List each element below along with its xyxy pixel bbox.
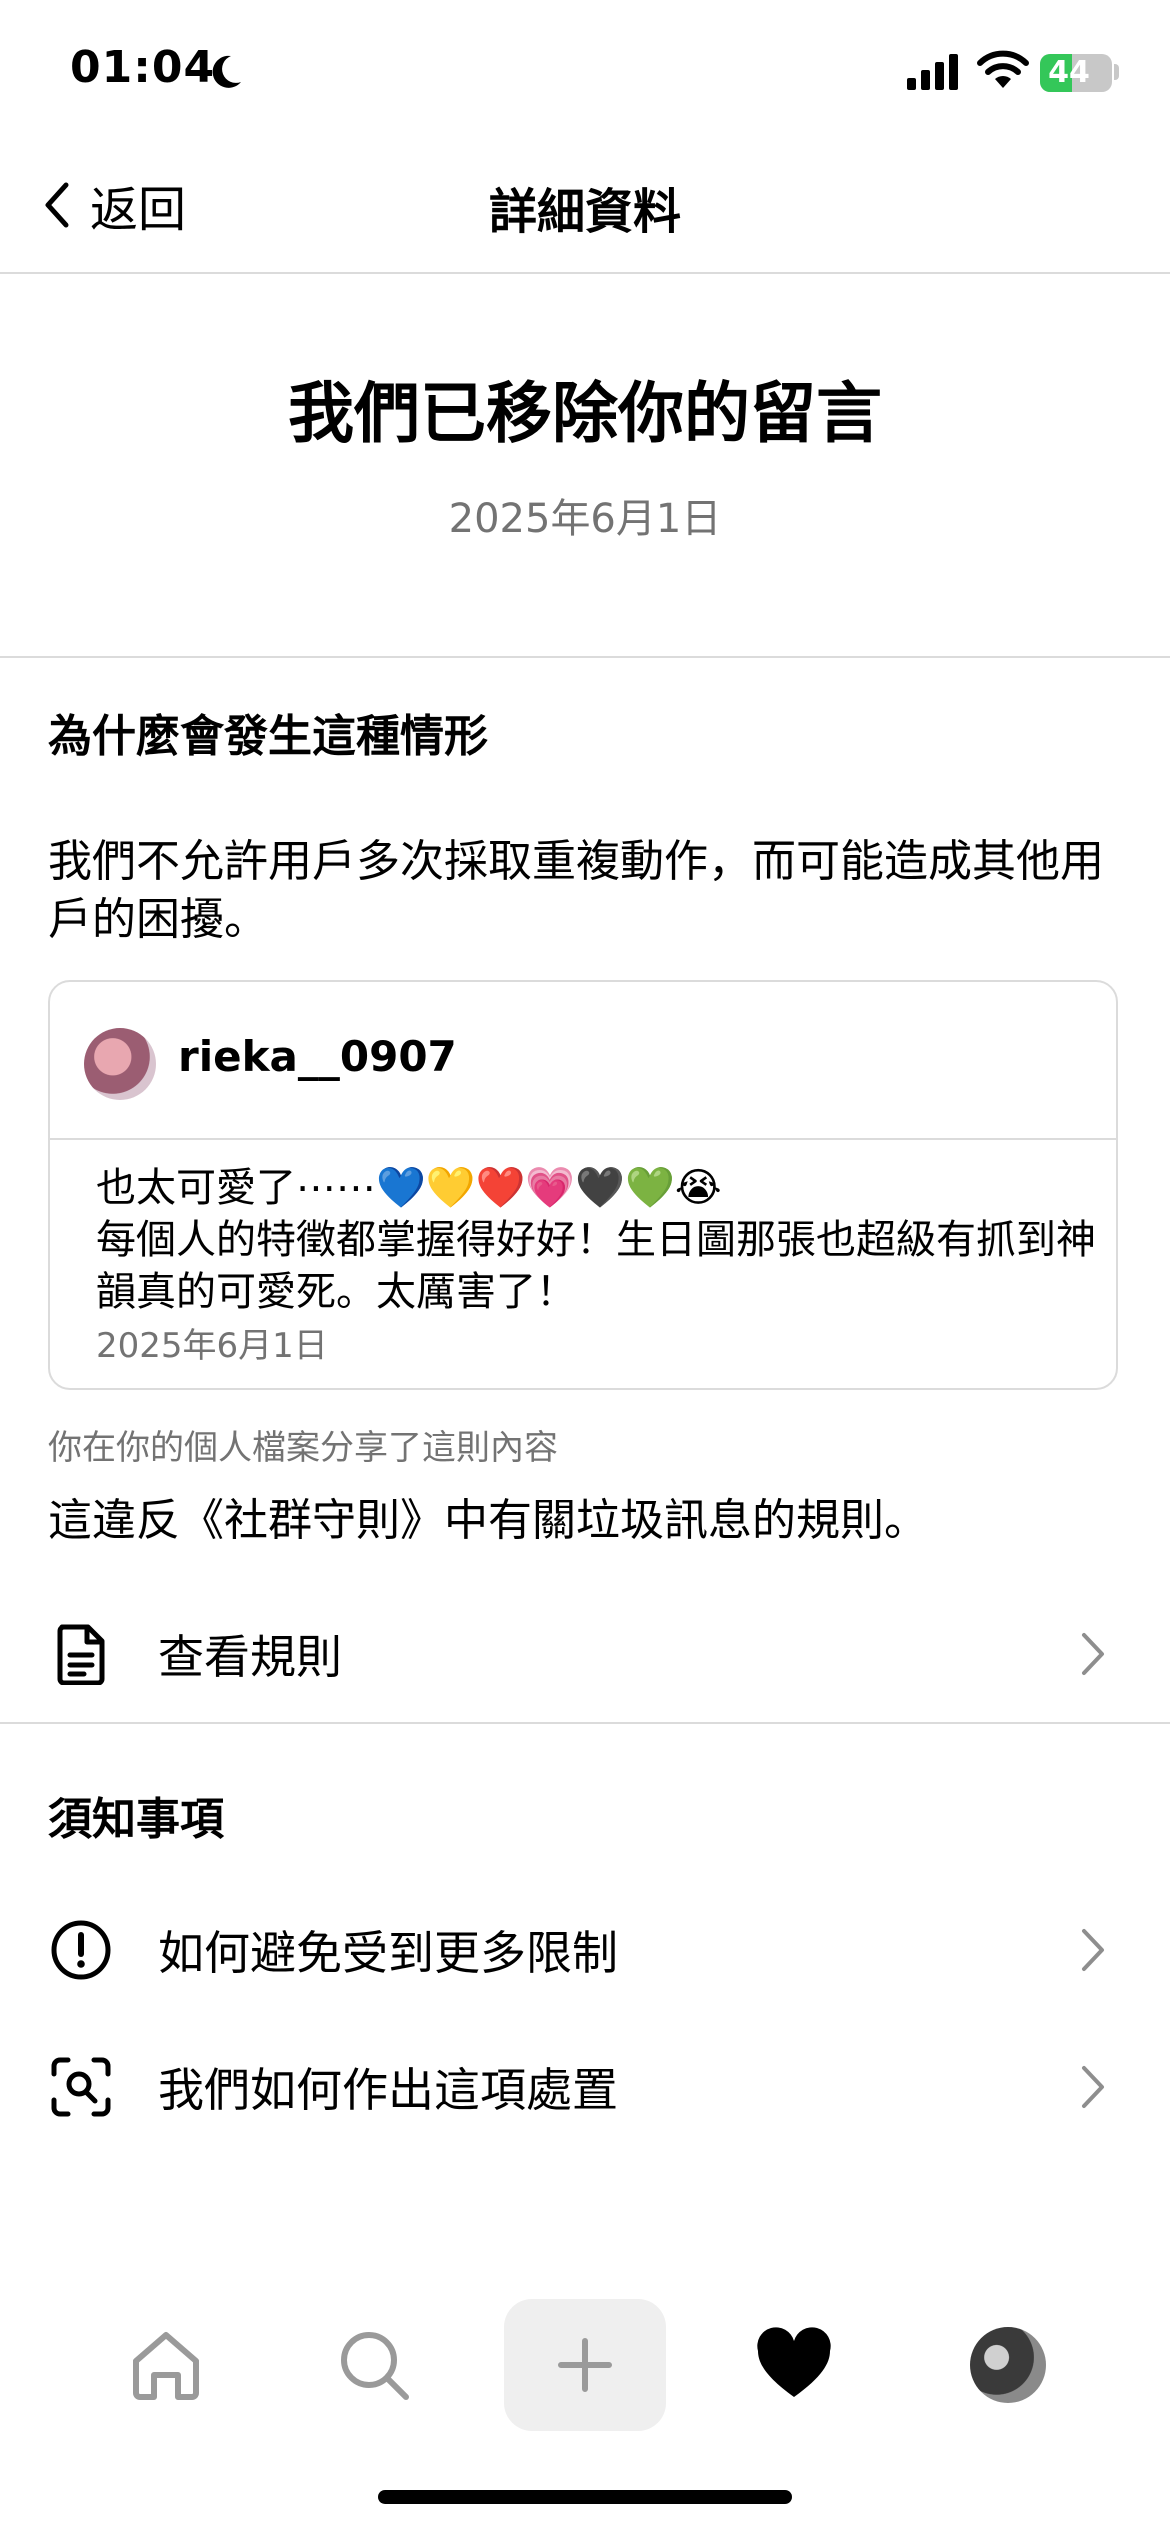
activity-heart-icon [757, 2327, 831, 2397]
moon-icon [212, 55, 241, 88]
chevron-right-icon [1082, 2066, 1104, 2108]
notes-title: 須知事項 [48, 1794, 224, 1845]
document-icon [57, 1624, 105, 1685]
alert-circle-icon [51, 1920, 111, 1980]
rules-divider [0, 1722, 1170, 1724]
shared-caption: 你在你的個人檔案分享了這則內容 [48, 1428, 558, 1468]
notes-item-how-we-decided[interactable]: 我們如何作出這項處置 [0, 2027, 1170, 2147]
view-rules-label: 查看規則 [158, 1630, 342, 1684]
removed-comment-card: rieka__0907 也太可愛了⋯⋯💙💛❤️💗🖤💚😭 每個人的特徵都掌握得好好… [48, 980, 1118, 1390]
comment-username: rieka__0907 [178, 1032, 457, 1081]
tab-search[interactable] [326, 2290, 422, 2440]
tab-profile[interactable] [960, 2290, 1056, 2440]
violation-text: 這違反《社群守則》中有關垃圾訊息的規則。 [48, 1495, 928, 1546]
removal-title: 我們已移除你的留言 [288, 375, 882, 452]
removal-date: 2025年6月1日 [448, 496, 722, 542]
battery-icon: 44 [1040, 54, 1112, 92]
comment-card-header: rieka__0907 [50, 982, 1116, 1140]
chevron-right-icon [1082, 1633, 1104, 1675]
reason-title: 為什麼會發生這種情形 [48, 711, 488, 762]
search-icon [341, 2332, 409, 2400]
notes-item-label: 我們如何作出這項處置 [158, 2063, 618, 2117]
plus-icon [558, 2338, 612, 2392]
status-time: 01:04 [70, 42, 216, 93]
home-icon [133, 2332, 199, 2400]
comment-line-1: 也太可愛了⋯⋯💙💛❤️💗🖤💚😭 [96, 1165, 722, 1211]
cellular-signal-icon [907, 54, 958, 90]
comment-date: 2025年6月1日 [96, 1326, 328, 1366]
profile-avatar [970, 2327, 1046, 2403]
comment-text: 也太可愛了⋯⋯💙💛❤️💗🖤💚😭 每個人的特徵都掌握得好好！生日圖那張也超級有抓到… [96, 1162, 1096, 1318]
battery-level: 44 [1048, 55, 1090, 90]
comment-line-2: 每個人的特徵都掌握得好好！生日圖那張也超級有抓到神韻真的可愛死。太厲害了！ [96, 1217, 1096, 1315]
header-divider [0, 656, 1170, 658]
notes-item-label: 如何避免受到更多限制 [158, 1926, 618, 1980]
tab-home[interactable] [118, 2290, 214, 2440]
page-title: 詳細資料 [488, 184, 681, 240]
view-rules-row[interactable]: 查看規則 [0, 1594, 1170, 1714]
reason-description: 我們不允許用戶多次採取重複動作，而可能造成其他用戶的困擾。 [48, 836, 1104, 945]
chevron-right-icon [1082, 1929, 1104, 1971]
home-indicator [378, 2490, 792, 2504]
tab-create[interactable] [504, 2299, 666, 2431]
notes-item-avoid-restrictions[interactable]: 如何避免受到更多限制 [0, 1890, 1170, 2010]
nav-divider [0, 272, 1170, 274]
scan-search-icon [51, 2057, 111, 2117]
wifi-icon [977, 50, 1029, 88]
battery-nub [1114, 64, 1119, 80]
tab-activity[interactable] [746, 2290, 842, 2440]
tab-bar [0, 2290, 1170, 2440]
avatar [84, 1028, 156, 1100]
